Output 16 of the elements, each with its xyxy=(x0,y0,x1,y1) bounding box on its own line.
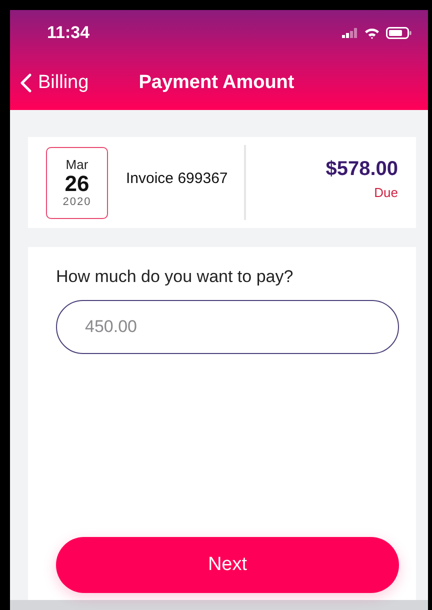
amount-field[interactable]: 450.00 xyxy=(56,300,399,354)
date-year: 2020 xyxy=(62,196,92,208)
invoice-label: Invoice 699367 xyxy=(126,145,246,220)
date-month: Mar xyxy=(66,156,88,172)
next-button[interactable]: Next xyxy=(56,537,399,593)
amount-due: $578.00 xyxy=(326,158,398,180)
back-button[interactable]: Billing xyxy=(20,72,89,94)
signal-icon xyxy=(342,28,358,38)
chevron-icon xyxy=(20,73,32,93)
battery-icon xyxy=(386,27,412,39)
screen-title: Payment Amount xyxy=(138,72,294,94)
wifi-icon xyxy=(364,27,380,39)
due-status: Due xyxy=(374,184,398,200)
status-time: 11:34 xyxy=(47,23,90,43)
payment-question: How much do you want to pay? xyxy=(56,267,294,287)
date-day: 26 xyxy=(64,172,90,196)
